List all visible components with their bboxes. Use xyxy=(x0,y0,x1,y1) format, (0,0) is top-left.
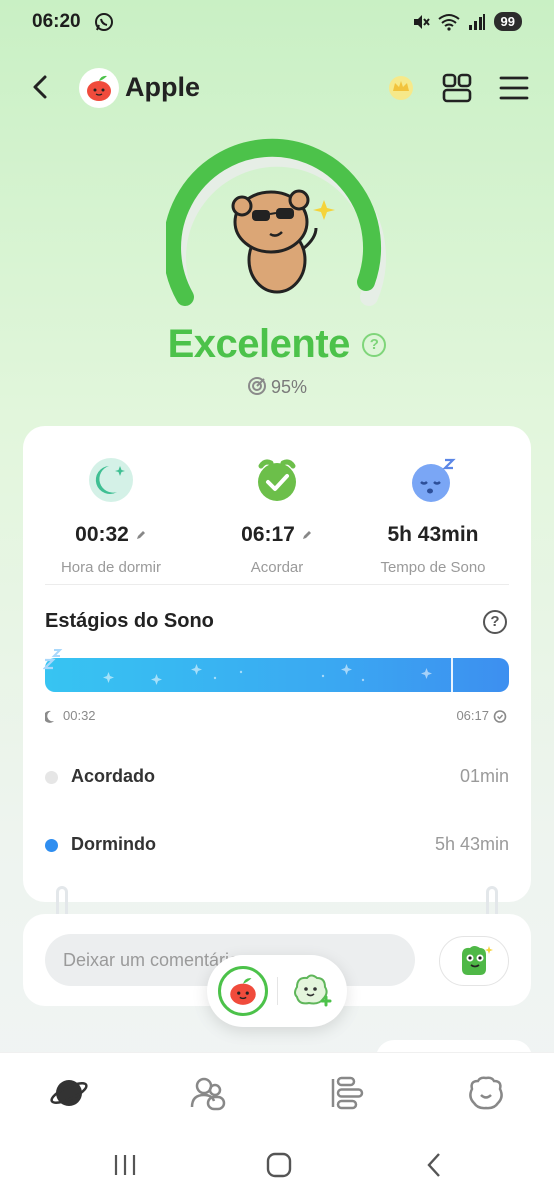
monster-sticker-icon xyxy=(462,946,493,975)
bar-sparkles xyxy=(103,664,432,685)
divider xyxy=(45,584,509,585)
moon-icon xyxy=(45,710,54,723)
recent-apps-icon[interactable] xyxy=(110,1150,140,1180)
score-gauge xyxy=(166,138,386,306)
zz-sleep-icon xyxy=(43,649,63,670)
edit-pencil-icon[interactable] xyxy=(301,529,313,541)
stage-name: Acordado xyxy=(71,766,156,786)
metric-wakeup[interactable]: 06:17 Acordar xyxy=(197,456,357,576)
sleep-time-label: Tempo de Sono xyxy=(380,559,486,576)
apple-avatar-icon xyxy=(87,75,111,101)
wakeup-value: 06:17 xyxy=(241,523,295,546)
stage-name: Dormindo xyxy=(71,834,156,854)
alarm-icon xyxy=(493,709,507,723)
avatar[interactable] xyxy=(79,68,119,108)
alarm-clock-check-icon xyxy=(258,459,296,501)
home-icon[interactable] xyxy=(264,1150,294,1180)
whatsapp-icon xyxy=(95,13,113,31)
score-percent: 95% xyxy=(0,376,554,398)
stage-value: 5h 43min xyxy=(434,834,509,854)
awake-marker xyxy=(451,658,453,692)
stage-value: 01min xyxy=(459,766,509,786)
back-arrow-icon[interactable] xyxy=(26,72,56,102)
system-navigation xyxy=(0,1128,554,1200)
stage-row-asleep: Dormindo 5h 43min xyxy=(45,830,509,860)
bedtime-value: 00:32 xyxy=(75,523,129,546)
stages-help-icon[interactable]: ? xyxy=(483,610,507,634)
status-time: 06:20 xyxy=(32,11,81,32)
menu-icon[interactable] xyxy=(498,72,530,104)
asleep-dot xyxy=(45,839,58,852)
score-percent-value: 95% xyxy=(270,377,308,397)
planet-icon[interactable] xyxy=(49,1073,89,1113)
sleep-stages-title: Estágios do Sono xyxy=(45,610,214,632)
metric-sleep-time: 5h 43min Tempo de Sono xyxy=(353,456,513,576)
bedtime-label: Hora de dormir xyxy=(60,559,162,576)
stages-end-time: 06:17 xyxy=(456,708,489,723)
friends-icon[interactable] xyxy=(188,1073,228,1113)
score-rating: Excelente xyxy=(167,322,351,366)
sleeping-face-icon xyxy=(412,458,456,502)
add-friend-icon[interactable] xyxy=(289,969,333,1013)
layout-grid-icon[interactable] xyxy=(441,72,473,104)
edit-pencil-icon[interactable] xyxy=(135,529,147,541)
sleep-summary-card: 00:32 Hora de dormir 06:17 Acordar 5h 43… xyxy=(23,426,531,902)
page-title: Apple xyxy=(125,72,201,102)
stages-end: 06:17 xyxy=(456,708,507,723)
floating-switcher xyxy=(207,955,347,1027)
signal-icon xyxy=(468,13,485,30)
bottom-tab-bar xyxy=(0,1052,554,1128)
sleep-score: Excelente ? 95% xyxy=(0,130,554,410)
wakeup-label: Acordar xyxy=(250,559,304,576)
status-bar: 06:20 99 xyxy=(0,0,554,46)
pill-divider xyxy=(277,977,278,1005)
mute-icon xyxy=(413,14,430,29)
target-icon xyxy=(247,377,266,395)
stage-row-awake: Acordado 01min xyxy=(45,762,509,792)
stages-start: 00:32 xyxy=(45,708,96,723)
wifi-icon xyxy=(437,13,460,31)
awake-dot xyxy=(45,771,58,784)
pro-crown-icon[interactable] xyxy=(387,74,415,102)
sticker-button[interactable] xyxy=(439,936,509,986)
bear-mascot-icon xyxy=(231,189,335,294)
score-help-icon[interactable]: ? xyxy=(362,332,387,357)
metric-bedtime[interactable]: 00:32 Hora de dormir xyxy=(31,456,191,576)
battery-badge: 99 xyxy=(493,12,522,31)
pill-avatar[interactable] xyxy=(218,966,268,1016)
apple-avatar-icon xyxy=(230,978,256,1005)
app-header: Apple xyxy=(0,60,554,116)
list-icon[interactable] xyxy=(327,1073,367,1113)
sleep-time-value: 5h 43min xyxy=(387,523,479,546)
bear-face-icon[interactable] xyxy=(466,1073,506,1113)
sleep-stage-bar[interactable] xyxy=(43,649,509,692)
moon-stars-icon xyxy=(89,458,133,502)
system-back-icon[interactable] xyxy=(420,1150,450,1180)
stages-start-time: 00:32 xyxy=(63,708,96,723)
